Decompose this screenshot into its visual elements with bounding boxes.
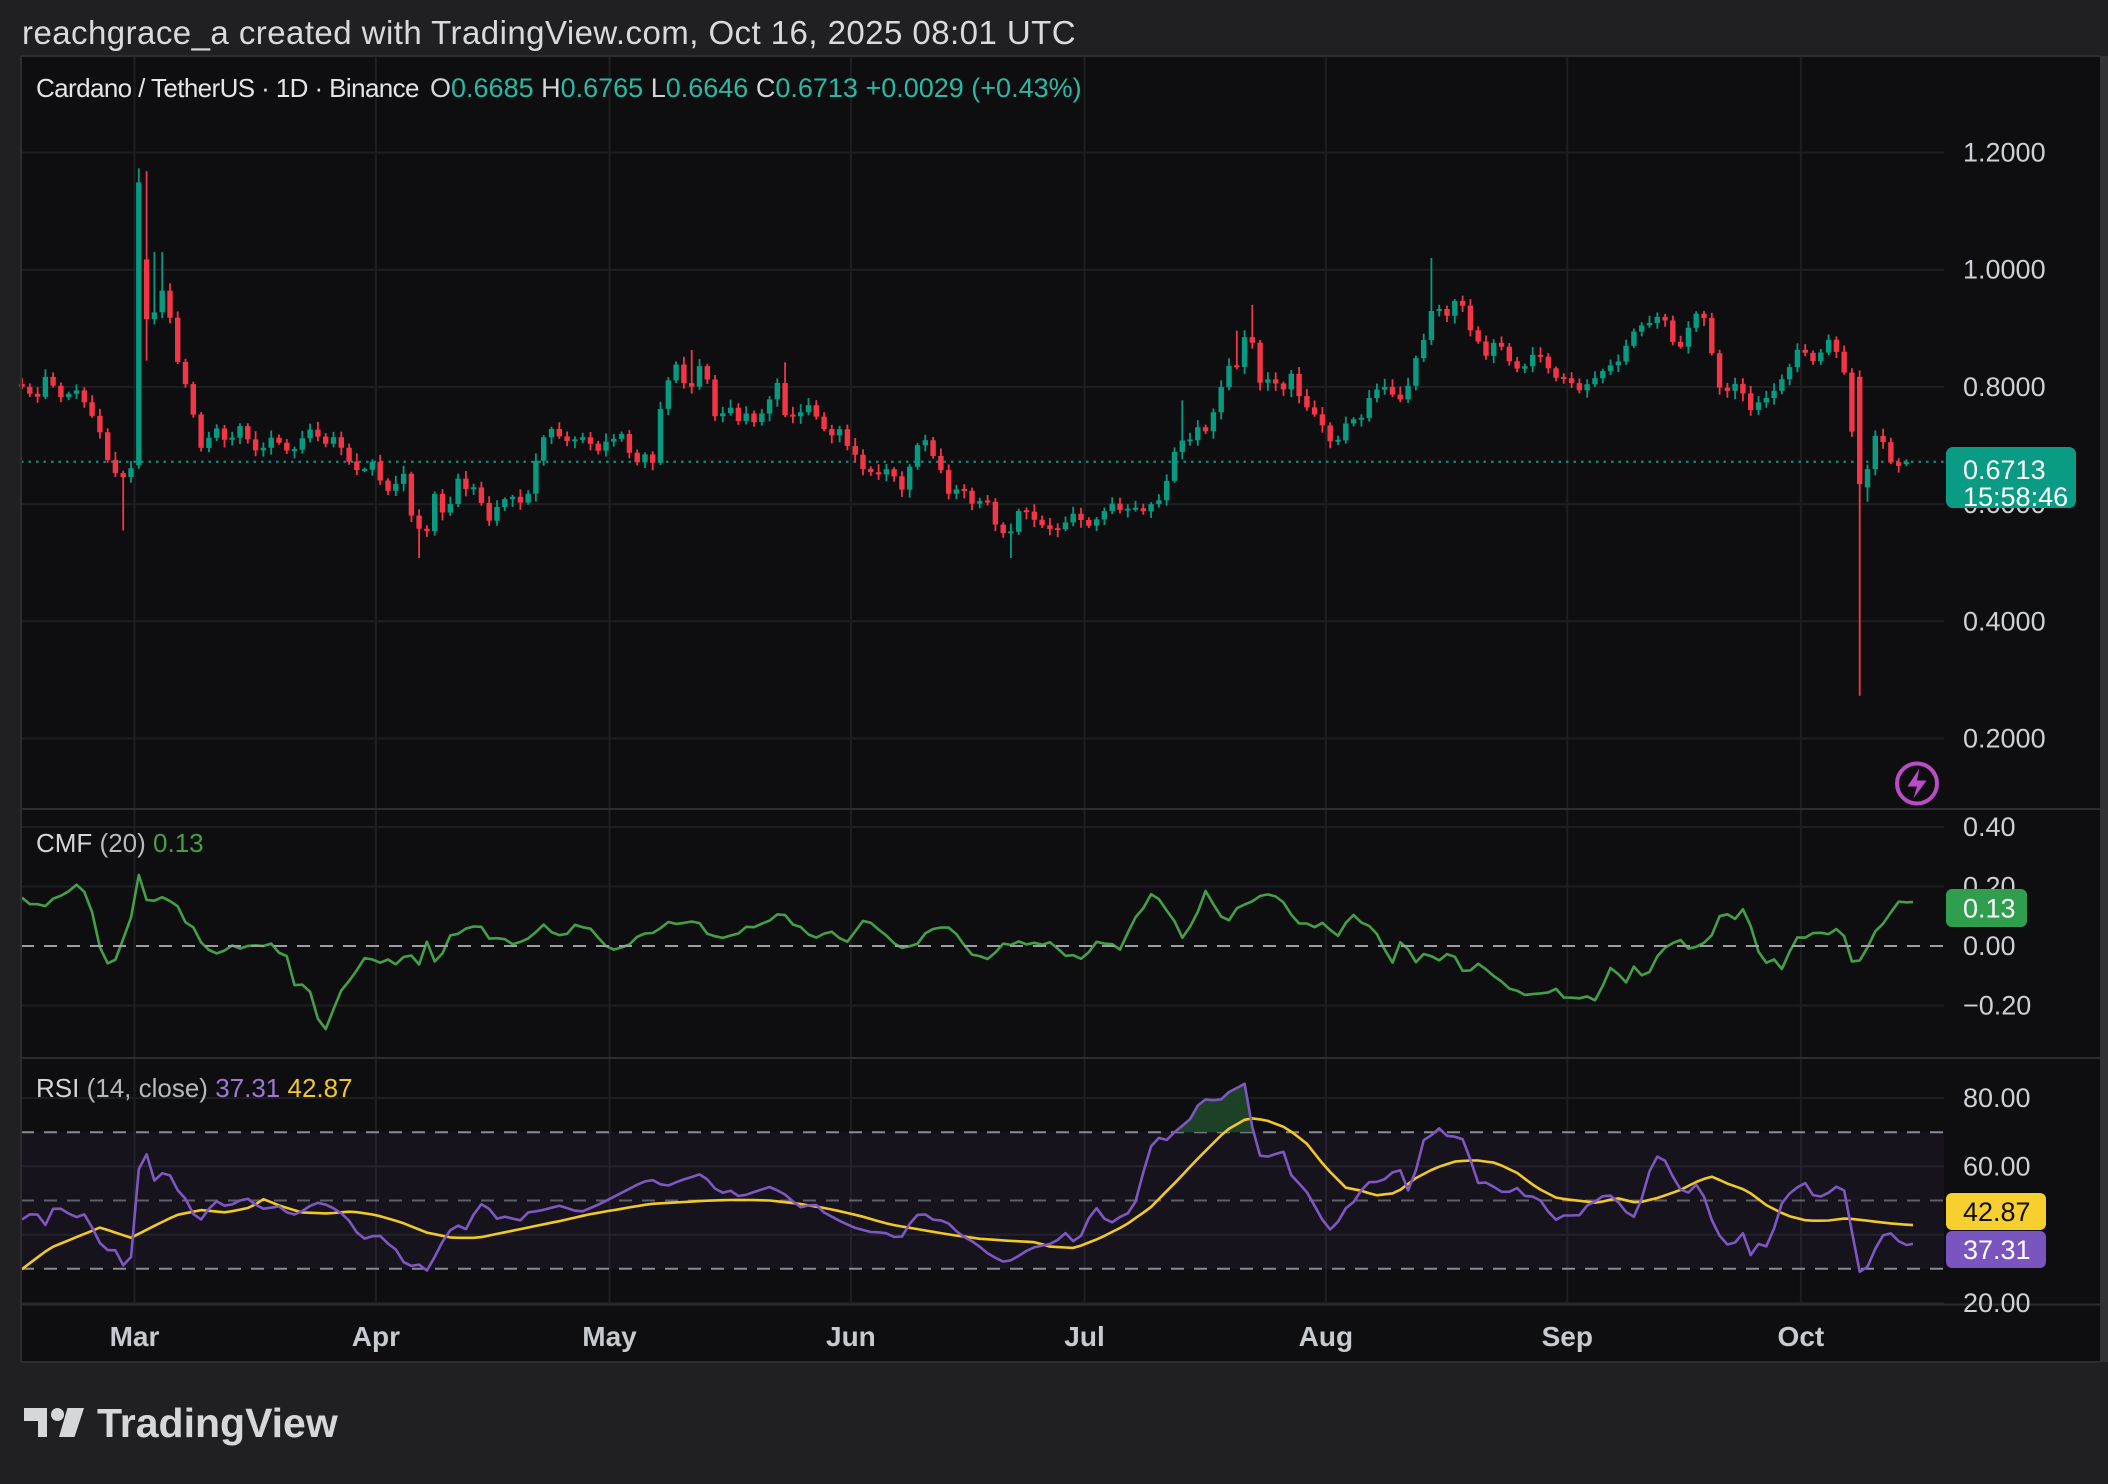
svg-text:Oct: Oct: [1778, 1321, 1825, 1352]
svg-text:0.4000: 0.4000: [1963, 606, 2046, 636]
svg-text:20.00: 20.00: [1963, 1288, 2031, 1318]
svg-text:0.8000: 0.8000: [1963, 372, 2046, 402]
svg-text:CMF (20) 0.13: CMF (20) 0.13: [36, 828, 204, 858]
svg-text:37.31: 37.31: [1963, 1235, 2031, 1265]
svg-text:0.2000: 0.2000: [1963, 724, 2046, 754]
svg-text:Apr: Apr: [352, 1321, 400, 1352]
svg-text:−0.20: −0.20: [1963, 991, 2031, 1021]
svg-text:1.2000: 1.2000: [1963, 138, 2046, 168]
svg-text:0.13: 0.13: [1963, 894, 2016, 924]
svg-text:15:58:46: 15:58:46: [1963, 482, 2068, 512]
svg-text:Aug: Aug: [1299, 1321, 1353, 1352]
svg-text:Cardano / TetherUS · 1D · Bina: Cardano / TetherUS · 1D · Binance: [36, 73, 419, 103]
svg-text:May: May: [582, 1321, 637, 1352]
svg-text:42.87: 42.87: [1963, 1197, 2031, 1227]
svg-text:1.0000: 1.0000: [1963, 255, 2046, 285]
svg-text:0.00: 0.00: [1963, 931, 2016, 961]
svg-text:O0.6685 H0.6765 L0.6646 C0.: O0.6685 H0.6765 L0.6646 C0.6713 +0.0029 …: [430, 73, 1082, 103]
svg-text:0.6713: 0.6713: [1963, 455, 2046, 485]
svg-text:reachgrace_a created with Trad: reachgrace_a created with TradingView.co…: [22, 14, 1076, 51]
svg-text:80.00: 80.00: [1963, 1083, 2031, 1113]
svg-text:0.40: 0.40: [1963, 812, 2016, 842]
svg-text:Sep: Sep: [1542, 1321, 1593, 1352]
svg-text:Jun: Jun: [826, 1321, 876, 1352]
svg-text:Jul: Jul: [1064, 1321, 1104, 1352]
svg-text:60.00: 60.00: [1963, 1151, 2031, 1181]
svg-text:RSI (14, close) 37.31 42.87: RSI (14, close) 37.31 42.87: [36, 1073, 353, 1103]
svg-text:Mar: Mar: [110, 1321, 160, 1352]
svg-text:TradingView: TradingView: [97, 1400, 338, 1446]
